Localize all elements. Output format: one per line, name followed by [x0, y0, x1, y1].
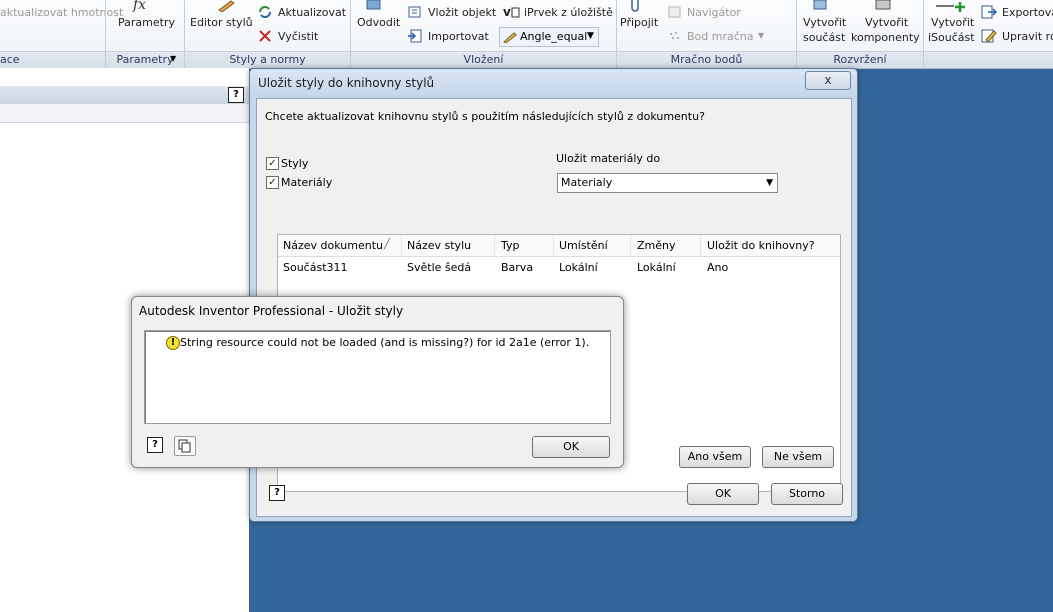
group-label-insert: Vložení — [351, 51, 616, 68]
styles-checkbox[interactable]: ✓ — [266, 157, 279, 170]
ifeature-from-repository-button[interactable]: iPrvek z úložiště — [524, 6, 613, 20]
browser-pane-toolbar — [0, 104, 249, 123]
sort-indicator-icon: ╱ — [384, 239, 391, 250]
create-ipart-icon — [936, 2, 965, 12]
copy-button[interactable] — [174, 436, 196, 456]
navigator-icon — [668, 6, 681, 18]
chevron-down-icon: ▼ — [758, 31, 765, 40]
save-materials-select[interactable]: Materialy ▼ — [557, 173, 778, 193]
column-header[interactable]: Umístění — [559, 239, 608, 252]
table-cell: Lokální — [637, 261, 676, 274]
cancel-button[interactable]: Storno — [771, 483, 843, 505]
materials-checkbox[interactable]: ✓ — [266, 176, 279, 189]
group-label-empty — [924, 51, 1053, 68]
create-ipart-label-1[interactable]: Vytvořit — [931, 16, 974, 30]
ok-button[interactable]: OK — [687, 483, 759, 505]
chevron-down-icon: ▼ — [587, 31, 594, 41]
angle-equal-label: Angle_equal — [520, 30, 588, 43]
group-label-layout: Rozvržení — [797, 51, 923, 68]
error-dialog: Autodesk Inventor Professional - Uložit … — [131, 296, 624, 468]
create-part-icon — [813, 0, 827, 10]
create-components-icon — [875, 0, 891, 10]
group-label-ace: ace — [0, 51, 105, 68]
create-components-label-1[interactable]: Vytvořit — [865, 16, 908, 30]
derive-icon — [366, 0, 381, 10]
table-cell: Světle šedá — [407, 261, 472, 274]
derive-button[interactable]: Odvodit — [357, 16, 400, 30]
svg-text:fx: fx — [132, 0, 146, 12]
help-icon[interactable]: ? — [228, 87, 244, 103]
purge-button[interactable]: Vyčistit — [278, 30, 318, 44]
column-header[interactable]: Změny — [637, 239, 676, 252]
group-label-styles-standards: Styly a normy — [185, 51, 350, 68]
warning-icon: ! — [166, 336, 180, 350]
table-cell: Barva — [501, 261, 534, 274]
parameters-button[interactable]: Parametry — [118, 16, 175, 30]
table-cell[interactable]: Ano — [707, 261, 728, 274]
table-cell: Součást311 — [283, 261, 348, 274]
edit-layout-icon — [981, 29, 997, 43]
close-button[interactable]: x — [805, 71, 851, 90]
update-icon — [259, 6, 271, 18]
copy-icon — [178, 439, 191, 453]
svg-text:v: v — [503, 5, 511, 19]
dialog-title: Uložit styly do knihovny stylů — [258, 76, 435, 90]
create-part-label-2[interactable]: součást — [803, 31, 845, 45]
insert-object-button[interactable]: Vložit objekt — [428, 6, 496, 20]
help-icon[interactable]: ? — [269, 485, 285, 501]
style-editor-button[interactable]: Editor stylů — [190, 16, 253, 30]
edit-layout-button[interactable]: Upravit ro — [1002, 30, 1053, 44]
style-editor-icon — [218, 0, 235, 12]
styles-checkbox-label: Styly — [281, 157, 309, 170]
export-button[interactable]: Exportova — [1002, 6, 1053, 20]
angle-equal-dropdown[interactable]: Angle_equal ▼ — [499, 27, 599, 47]
browser-pane-header: ? — [0, 86, 249, 105]
chevron-down-icon: ▼ — [766, 178, 773, 188]
save-materials-label: Uložit materiály do — [556, 152, 661, 165]
error-message-box: ! String resource could not be loaded (a… — [144, 330, 611, 424]
yes-to-all-button[interactable]: Ano všem — [679, 446, 751, 468]
attach-icon — [631, 0, 639, 12]
save-materials-value: Materialy — [561, 176, 613, 189]
error-ok-button[interactable]: OK — [532, 436, 610, 458]
create-part-label-1[interactable]: Vytvořit — [803, 16, 846, 30]
create-components-label-2[interactable]: komponenty — [851, 31, 920, 45]
table-cell: Lokální — [559, 261, 598, 274]
import-icon — [408, 29, 422, 43]
import-button[interactable]: Importovat — [428, 30, 489, 44]
column-header[interactable]: Název stylu — [407, 239, 471, 252]
table-header: Název dokumentu ╱ Název stylu Typ Umístě… — [278, 235, 840, 257]
point-cloud-icon — [669, 31, 680, 40]
export-icon — [981, 5, 997, 19]
insert-object-icon — [408, 6, 421, 18]
purge-icon — [259, 30, 271, 42]
fx-icon: fx — [132, 0, 146, 12]
column-header[interactable]: Typ — [501, 239, 520, 252]
update-button[interactable]: Aktualizovat — [278, 6, 346, 20]
navigator-button[interactable]: Navigátor — [687, 6, 741, 20]
ribbon: aktualizovat hmotnost fx Parametry Edito… — [0, 0, 1053, 69]
error-message: String resource could not be loaded (and… — [180, 336, 590, 349]
point-cloud-button[interactable]: Bod mračna — [687, 30, 754, 44]
help-icon[interactable]: ? — [147, 437, 163, 453]
error-dialog-title: Autodesk Inventor Professional - Uložit … — [139, 304, 404, 318]
column-header[interactable]: Název dokumentu — [283, 239, 383, 252]
ifeature-icon: v — [503, 5, 520, 19]
group-label-point-cloud: Mračno bodů — [617, 51, 796, 68]
no-to-all-button[interactable]: Ne všem — [762, 446, 834, 468]
dialog-prompt: Chcete aktualizovat knihovnu stylů s pou… — [265, 110, 705, 123]
column-header[interactable]: Uložit do knihovny? — [707, 239, 815, 252]
attach-button[interactable]: Připojit — [620, 16, 658, 30]
chevron-down-icon[interactable]: ▼ — [170, 54, 176, 63]
dialog-titlebar: Uložit styly do knihovny stylů x — [250, 69, 857, 97]
create-ipart-label-2[interactable]: iSoučást — [928, 31, 975, 45]
materials-checkbox-label: Materiály — [281, 176, 333, 189]
pencil-icon — [503, 32, 517, 43]
